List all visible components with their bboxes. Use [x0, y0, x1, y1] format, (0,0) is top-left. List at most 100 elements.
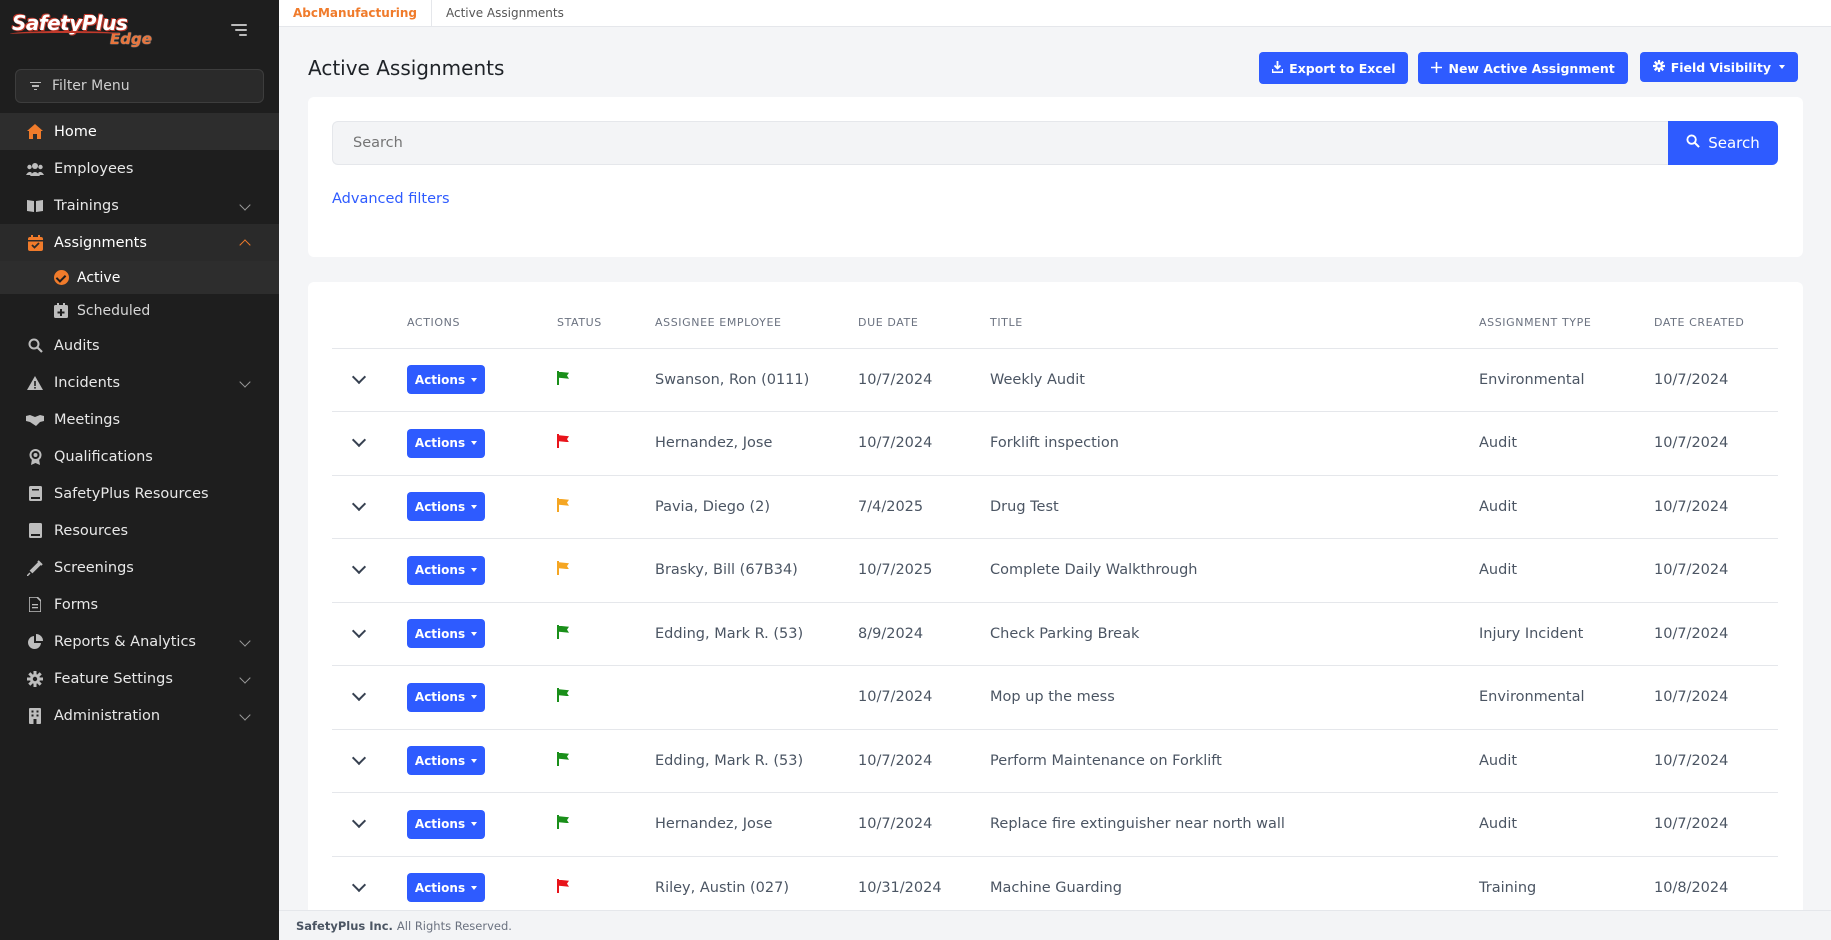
sidebar-item-label: Forms — [54, 596, 99, 613]
sidebar-subitem-scheduled[interactable]: Scheduled — [0, 294, 279, 327]
filter-menu-input[interactable]: Filter Menu — [15, 69, 264, 103]
sidebar-item-label: Employees — [54, 160, 134, 177]
title-cell: Perform Maintenance on Forklift — [990, 729, 1479, 793]
logo[interactable]: SafetyPlus Edge — [10, 13, 152, 47]
expand-row-chevron-icon[interactable] — [351, 433, 367, 448]
column-header-assignment-type[interactable]: Assignment Type — [1479, 298, 1654, 349]
date-created-cell: 10/7/2024 — [1654, 475, 1778, 539]
expand-row-chevron-icon[interactable] — [351, 496, 367, 511]
breadcrumb-page: Active Assignments — [446, 6, 564, 20]
sidebar-item-label: Assignments — [54, 234, 147, 251]
sidebar-nav: Home Employees Trainings Assignments Act… — [0, 113, 279, 734]
column-header-due-date[interactable]: Due Date — [858, 298, 990, 349]
advanced-filters-link[interactable]: Advanced filters — [332, 191, 450, 207]
sidebar-item-forms[interactable]: Forms — [0, 586, 279, 623]
field-visibility-dropdown[interactable]: Field Visibility — [1639, 52, 1798, 82]
menu-toggle-icon[interactable] — [227, 24, 247, 36]
sidebar-item-label: Qualifications — [54, 448, 153, 465]
search-icon — [26, 337, 44, 355]
column-header-status[interactable]: Status — [557, 298, 655, 349]
assignee-cell: Pavia, Diego (2) — [655, 475, 858, 539]
caret-down-icon — [471, 822, 478, 827]
expand-row-chevron-icon[interactable] — [351, 877, 367, 892]
row-actions-dropdown[interactable]: Actions — [407, 492, 485, 522]
status-flag-icon — [557, 561, 569, 576]
search-button-label: Search — [1708, 134, 1760, 152]
due-date-cell: 8/9/2024 — [858, 602, 990, 666]
sidebar-item-trainings[interactable]: Trainings — [0, 187, 279, 224]
sidebar-item-incidents[interactable]: Incidents — [0, 364, 279, 401]
filter-icon — [28, 81, 42, 91]
sidebar-item-safetyplus-resources[interactable]: SafetyPlus Resources — [0, 475, 279, 512]
column-header-actions[interactable]: Actions — [407, 298, 557, 349]
assignment-type-cell: Environmental — [1479, 348, 1654, 412]
status-flag-icon — [557, 497, 569, 512]
sidebar-item-meetings[interactable]: Meetings — [0, 401, 279, 438]
due-date-cell: 10/7/2024 — [858, 665, 990, 730]
table-row: Actions Edding, Mark R. (53) 10/7/2024 P… — [332, 729, 1778, 793]
expand-row-chevron-icon[interactable] — [351, 814, 367, 829]
date-created-cell: 10/7/2024 — [1654, 602, 1778, 666]
caret-down-icon — [471, 695, 478, 700]
expand-row-chevron-icon[interactable] — [351, 369, 367, 384]
row-actions-dropdown[interactable]: Actions — [407, 809, 485, 839]
sidebar-item-employees[interactable]: Employees — [0, 150, 279, 187]
row-actions-dropdown[interactable]: Actions — [407, 682, 485, 712]
export-excel-button[interactable]: Export to Excel — [1259, 52, 1409, 84]
sidebar-item-audits[interactable]: Audits — [0, 327, 279, 364]
sidebar-item-feature-settings[interactable]: Feature Settings — [0, 660, 279, 697]
row-actions-dropdown[interactable]: Actions — [407, 555, 485, 585]
sidebar-item-label: Home — [54, 123, 97, 140]
row-actions-dropdown[interactable]: Actions — [407, 365, 485, 395]
column-header-title[interactable]: Title — [990, 298, 1479, 349]
sidebar-item-administration[interactable]: Administration — [0, 697, 279, 734]
sidebar-item-label: Incidents — [54, 374, 121, 391]
caret-down-icon — [471, 504, 478, 509]
sidebar-item-resources[interactable]: Resources — [0, 512, 279, 549]
sidebar-item-label: Trainings — [54, 197, 119, 214]
expand-row-chevron-icon[interactable] — [351, 560, 367, 575]
row-actions-dropdown[interactable]: Actions — [407, 619, 485, 649]
sidebar-item-label: Screenings — [54, 559, 134, 576]
new-active-assignment-button[interactable]: New Active Assignment — [1418, 52, 1628, 84]
home-icon — [26, 123, 44, 141]
row-actions-dropdown[interactable]: Actions — [407, 428, 485, 458]
sidebar-subitem-active[interactable]: Active — [0, 261, 279, 294]
chart-pie-icon — [26, 633, 44, 651]
award-icon — [26, 448, 44, 466]
sidebar-item-label: Reports & Analytics — [54, 633, 196, 650]
breadcrumb-company[interactable]: AbcManufacturing — [279, 0, 432, 26]
expand-row-chevron-icon[interactable] — [351, 623, 367, 638]
due-date-cell: 10/7/2024 — [858, 411, 990, 476]
sidebar-item-qualifications[interactable]: Qualifications — [0, 438, 279, 475]
assignment-type-cell: Audit — [1479, 475, 1654, 539]
row-actions-dropdown[interactable]: Actions — [407, 746, 485, 776]
sidebar-item-label: Audits — [54, 337, 100, 354]
search-icon — [1686, 134, 1701, 152]
assignee-cell: Hernandez, Jose — [655, 411, 858, 476]
sidebar-item-screenings[interactable]: Screenings — [0, 549, 279, 586]
page-header: Active Assignments Export to Excel New A… — [308, 50, 1798, 86]
expand-row-chevron-icon[interactable] — [351, 750, 367, 765]
logo-bar: SafetyPlus Edge — [0, 0, 279, 60]
status-flag-icon — [557, 815, 569, 830]
date-created-cell: 10/7/2024 — [1654, 729, 1778, 793]
sidebar-item-home[interactable]: Home — [0, 113, 279, 150]
column-header-date-created[interactable]: Date Created — [1654, 298, 1778, 349]
expand-row-chevron-icon[interactable] — [351, 687, 367, 702]
row-actions-dropdown[interactable]: Actions — [407, 873, 485, 903]
title-cell: Complete Daily Walkthrough — [990, 538, 1479, 603]
column-header-assignee[interactable]: Assignee Employee — [655, 298, 858, 349]
sidebar-item-assignments[interactable]: Assignments — [0, 224, 279, 261]
caret-down-icon — [471, 377, 478, 382]
title-cell: Check Parking Break — [990, 602, 1479, 666]
calendar-check-icon — [26, 234, 44, 252]
sidebar-item-reports[interactable]: Reports & Analytics — [0, 623, 279, 660]
search-input[interactable] — [332, 121, 1668, 165]
actions-label: Actions — [414, 499, 466, 514]
book-icon — [26, 485, 44, 503]
due-date-cell: 7/4/2025 — [858, 475, 990, 539]
assignment-type-cell: Audit — [1479, 411, 1654, 476]
footer: SafetyPlus Inc. All Rights Reserved. — [279, 910, 1831, 940]
search-button[interactable]: Search — [1668, 121, 1778, 165]
